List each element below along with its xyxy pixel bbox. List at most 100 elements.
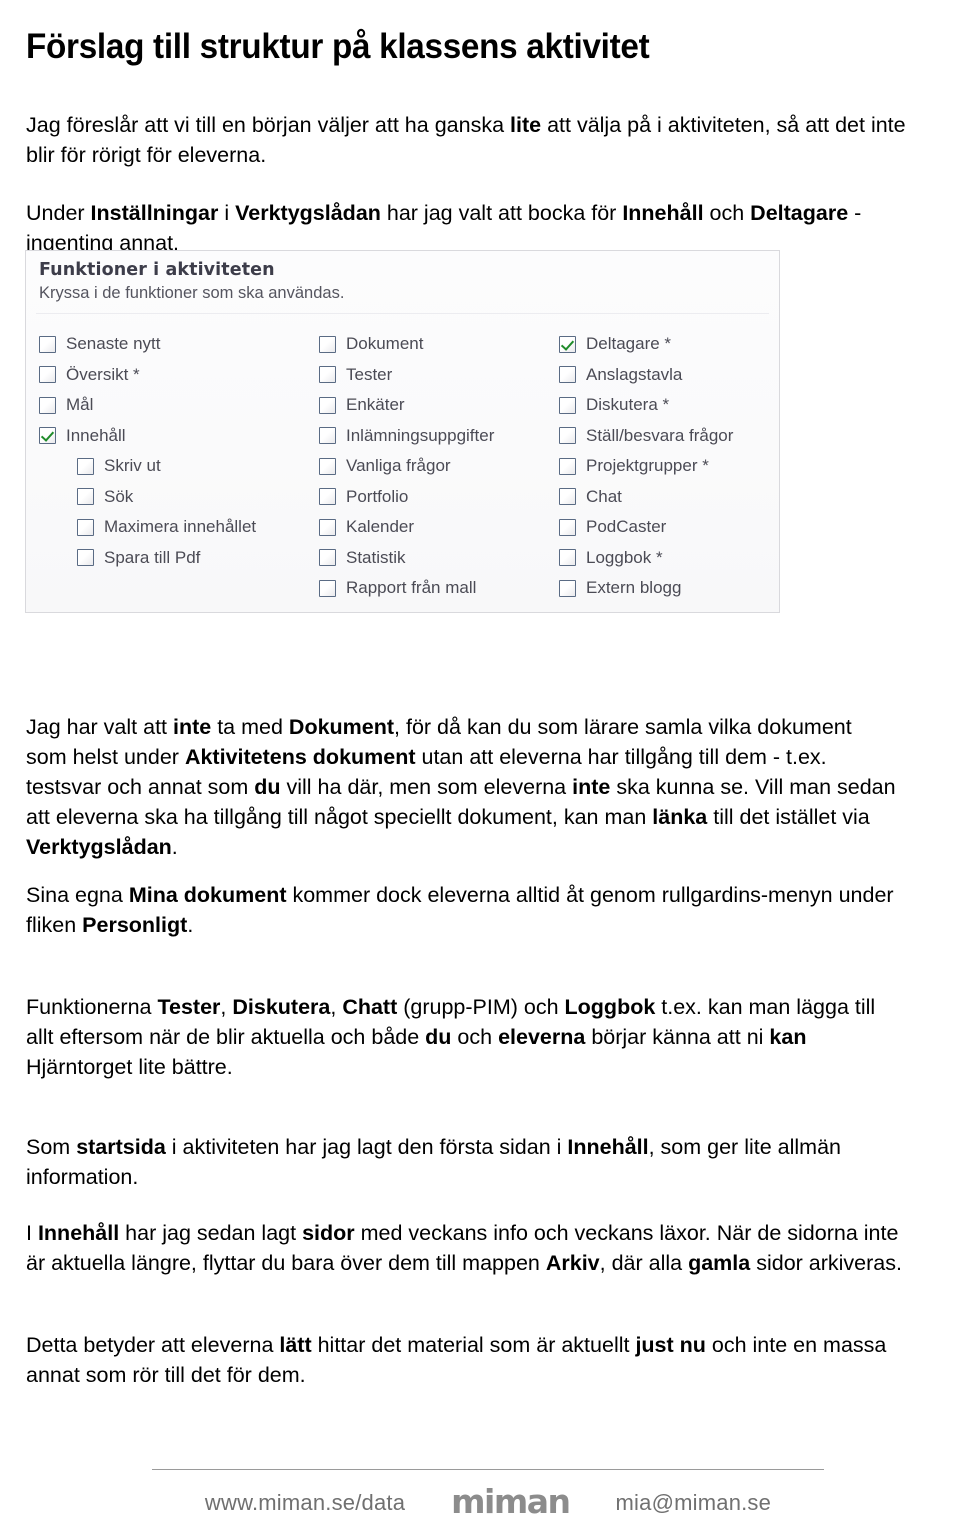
checkbox-unchecked-icon[interactable] [319,488,336,506]
checkbox-checked-icon[interactable] [559,335,576,353]
emphasis-text: länka [652,804,708,829]
checkbox-unchecked-icon[interactable] [319,518,336,536]
emphasis-text: inte [572,774,611,799]
checkbox-unchecked-icon[interactable] [559,518,576,536]
checkbox-label: Diskutera * [586,395,670,415]
checkbox-row[interactable]: Rapport från mall [319,573,569,604]
footer-website[interactable]: www.miman.se/data [205,1490,405,1516]
checkbox-unchecked-icon[interactable] [319,366,336,384]
checkbox-label: Inlämningsuppgifter [346,425,495,445]
emphasis-text: lite [510,112,542,137]
checkbox-row[interactable]: Spara till Pdf [39,543,309,574]
checkbox-row[interactable]: Skriv ut [39,451,309,482]
functions-panel-screenshot: Funktioner i aktiviteten Kryssa i de fun… [25,250,780,613]
checkbox-unchecked-icon[interactable] [559,366,576,384]
body-text: , där alla [599,1250,689,1275]
emphasis-text: eleverna [498,1024,586,1049]
checkbox-label: Enkäter [346,395,405,415]
checkbox-row[interactable]: Kalender [319,512,569,543]
checkbox-label: Anslagstavla [586,364,683,384]
checkbox-column-3: Deltagare * Anslagstavla Diskutera * Ställ/… [559,329,774,604]
checkbox-unchecked-icon[interactable] [319,427,336,445]
checkbox-row[interactable]: Vanliga frågor [319,451,569,482]
checkbox-row[interactable]: Diskutera * [559,390,774,421]
checkbox-unchecked-icon[interactable] [319,457,336,475]
checkbox-row[interactable]: Tester [319,360,569,391]
emphasis-text: Personligt [82,912,188,937]
checkbox-row[interactable]: Deltagare * [559,329,774,360]
body-text: i [218,200,236,225]
body-text: . [171,834,178,859]
body-text: Som [26,1134,77,1159]
miman-logo: miman [451,1482,571,1521]
emphasis-text: inte [173,714,212,739]
checkbox-unchecked-icon[interactable] [559,488,576,506]
paragraph-startsida: Som startsida i aktiviteten har jag lagt… [26,1132,906,1192]
emphasis-text: Tester [157,994,221,1019]
checkbox-row[interactable]: Sök [39,482,309,513]
paragraph-detta-betyder: Detta betyder att eleverna lätt hittar d… [26,1330,916,1390]
checkbox-row[interactable]: Projektgrupper * [559,451,774,482]
checkbox-label: Innehåll [66,425,126,445]
checkbox-unchecked-icon[interactable] [319,579,336,597]
checkbox-row[interactable]: Extern blogg [559,573,774,604]
checkbox-row[interactable]: Senaste nytt [39,329,309,360]
checkbox-row[interactable]: Ställ/besvara frågor [559,421,774,452]
checkbox-unchecked-icon[interactable] [77,488,94,506]
page-title: Förslag till struktur på klassens aktivi… [26,27,650,67]
checkbox-row[interactable]: Översikt * [39,360,309,391]
emphasis-text: Deltagare [750,200,849,225]
checkbox-unchecked-icon[interactable] [77,457,94,475]
checkbox-unchecked-icon[interactable] [77,549,94,567]
checkbox-row[interactable]: Loggbok * [559,543,774,574]
checkbox-unchecked-icon[interactable] [319,396,336,414]
checkbox-row[interactable]: Portfolio [319,482,569,513]
body-text: Detta betyder att eleverna [26,1332,280,1357]
emphasis-text: Innehåll [37,1220,120,1245]
checkbox-row[interactable]: Dokument [319,329,569,360]
paragraph-dokument: Jag har valt att inte ta med Dokument, f… [26,712,896,862]
checkbox-label: Sök [104,486,134,506]
checkbox-unchecked-icon[interactable] [39,335,56,353]
footer-email[interactable]: mia@miman.se [616,1490,772,1516]
checkbox-row[interactable]: Mål [39,390,309,421]
paragraph-innehall-sidor: I Innehåll har jag sedan lagt sidor med … [26,1218,916,1278]
emphasis-text: lätt [279,1332,312,1357]
checkbox-label: Översikt * [66,364,140,384]
panel-background: Funktioner i aktiviteten Kryssa i de fun… [26,251,779,612]
checkbox-row[interactable]: Anslagstavla [559,360,774,391]
body-text: börjar känna att ni [585,1024,770,1049]
checkbox-unchecked-icon[interactable] [319,335,336,353]
checkbox-unchecked-icon[interactable] [319,549,336,567]
checkbox-checked-icon[interactable] [39,427,56,445]
body-text: . [187,912,194,937]
body-text: hittar det material som är aktuellt [311,1332,636,1357]
checkbox-row[interactable]: Enkäter [319,390,569,421]
checkbox-unchecked-icon[interactable] [559,457,576,475]
emphasis-text: Innehåll [567,1134,649,1159]
checkbox-row[interactable]: Innehåll [39,421,309,452]
body-text: till det istället via [707,804,870,829]
emphasis-text: Chatt [342,994,398,1019]
checkbox-unchecked-icon[interactable] [39,366,56,384]
checkbox-unchecked-icon[interactable] [77,518,94,536]
emphasis-text: sidor [302,1220,355,1245]
body-text: , [330,994,343,1019]
checkbox-row[interactable]: Inlämningsuppgifter [319,421,569,452]
checkbox-row[interactable]: Chat [559,482,774,513]
checkbox-unchecked-icon[interactable] [559,396,576,414]
emphasis-text: kan [769,1024,807,1049]
paragraph-intro: Jag föreslår att vi till en början välje… [26,110,906,170]
checkbox-unchecked-icon[interactable] [559,549,576,567]
body-text: Sina egna [26,882,129,907]
body-text: vill ha där, men som eleverna [280,774,573,799]
checkbox-unchecked-icon[interactable] [559,427,576,445]
checkbox-unchecked-icon[interactable] [39,396,56,414]
checkbox-row[interactable]: PodCaster [559,512,774,543]
checkbox-label: Loggbok * [586,547,663,567]
paragraph-funktionerna: Funktionerna Tester, Diskutera, Chatt (g… [26,992,906,1082]
checkbox-row[interactable]: Maximera innehållet [39,512,309,543]
checkbox-row[interactable]: Statistik [319,543,569,574]
checkbox-unchecked-icon[interactable] [559,579,576,597]
panel-subtitle: Kryssa i de funktioner som ska användas. [39,284,345,302]
